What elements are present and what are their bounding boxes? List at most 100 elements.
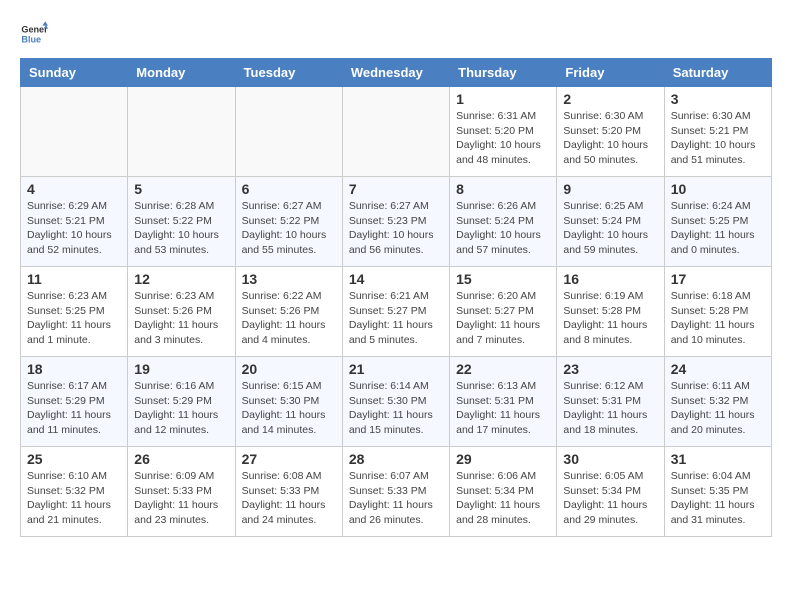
day-info: Sunrise: 6:17 AM Sunset: 5:29 PM Dayligh… — [27, 379, 121, 438]
calendar-cell: 22 Sunrise: 6:13 AM Sunset: 5:31 PM Dayli… — [450, 357, 557, 447]
day-number: 30 — [563, 451, 657, 467]
svg-text:General: General — [21, 25, 48, 35]
day-number: 27 — [242, 451, 336, 467]
calendar-cell: 26Sunrise: 6:09 AM Sunset: 5:33 PM Dayli… — [128, 447, 235, 537]
day-number: 23 — [563, 361, 657, 377]
day-info: Sunrise: 6:23 AM Sunset: 5:26 PM Dayligh… — [134, 289, 228, 348]
calendar-cell: 7 Sunrise: 6:27 AM Sunset: 5:23 PM Daylig… — [342, 177, 449, 267]
day-number: 5 — [134, 181, 228, 197]
day-info: Sunrise: 6:30 AM Sunset: 5:21 PM Dayligh… — [671, 109, 765, 168]
svg-text:Blue: Blue — [21, 34, 41, 44]
day-number: 13 — [242, 271, 336, 287]
day-of-week-header: Wednesday — [342, 59, 449, 87]
calendar-header-row: SundayMondayTuesdayWednesdayThursdayFrid… — [21, 59, 772, 87]
day-of-week-header: Tuesday — [235, 59, 342, 87]
day-number: 31 — [671, 451, 765, 467]
calendar-cell: 12 Sunrise: 6:23 AM Sunset: 5:26 PM Dayli… — [128, 267, 235, 357]
day-info: Sunrise: 6:24 AM Sunset: 5:25 PM Dayligh… — [671, 199, 765, 258]
day-number: 6 — [242, 181, 336, 197]
calendar-cell: 15 Sunrise: 6:20 AM Sunset: 5:27 PM Dayli… — [450, 267, 557, 357]
day-info: Sunrise: 6:27 AM Sunset: 5:23 PM Dayligh… — [349, 199, 443, 258]
calendar-cell: 24 Sunrise: 6:11 AM Sunset: 5:32 PM Dayli… — [664, 357, 771, 447]
logo: General Blue — [20, 20, 48, 48]
day-number: 12 — [134, 271, 228, 287]
day-number: 28 — [349, 451, 443, 467]
day-number: 14 — [349, 271, 443, 287]
day-info: Sunrise: 6:11 AM Sunset: 5:32 PM Dayligh… — [671, 379, 765, 438]
logo-icon: General Blue — [20, 20, 48, 48]
calendar-cell: 8Sunrise: 6:26 AM Sunset: 5:24 PM Daylig… — [450, 177, 557, 267]
calendar-cell: 25Sunrise: 6:10 AM Sunset: 5:32 PM Dayli… — [21, 447, 128, 537]
day-info: Sunrise: 6:15 AM Sunset: 5:30 PM Dayligh… — [242, 379, 336, 438]
calendar-cell: 10 Sunrise: 6:24 AM Sunset: 5:25 PM Dayli… — [664, 177, 771, 267]
day-info: Sunrise: 6:28 AM Sunset: 5:22 PM Dayligh… — [134, 199, 228, 258]
day-info: Sunrise: 6:26 AM Sunset: 5:24 PM Dayligh… — [456, 199, 550, 258]
day-info: Sunrise: 6:21 AM Sunset: 5:27 PM Dayligh… — [349, 289, 443, 348]
calendar-cell: 29Sunrise: 6:06 AM Sunset: 5:34 PM Dayli… — [450, 447, 557, 537]
calendar-cell: 23Sunrise: 6:12 AM Sunset: 5:31 PM Dayli… — [557, 357, 664, 447]
day-info: Sunrise: 6:22 AM Sunset: 5:26 PM Dayligh… — [242, 289, 336, 348]
calendar-table: SundayMondayTuesdayWednesdayThursdayFrid… — [20, 58, 772, 537]
day-of-week-header: Friday — [557, 59, 664, 87]
day-number: 16 — [563, 271, 657, 287]
calendar-cell: 14 Sunrise: 6:21 AM Sunset: 5:27 PM Dayli… — [342, 267, 449, 357]
day-number: 29 — [456, 451, 550, 467]
day-info: Sunrise: 6:16 AM Sunset: 5:29 PM Dayligh… — [134, 379, 228, 438]
day-number: 19 — [134, 361, 228, 377]
day-number: 22 — [456, 361, 550, 377]
calendar-cell: 6 Sunrise: 6:27 AM Sunset: 5:22 PM Daylig… — [235, 177, 342, 267]
day-number: 1 — [456, 91, 550, 107]
calendar-cell: 3Sunrise: 6:30 AM Sunset: 5:21 PM Daylig… — [664, 87, 771, 177]
calendar-week-row: 18 Sunrise: 6:17 AM Sunset: 5:29 PM Dayli… — [21, 357, 772, 447]
day-number: 9 — [563, 181, 657, 197]
calendar-cell — [128, 87, 235, 177]
day-info: Sunrise: 6:04 AM Sunset: 5:35 PM Dayligh… — [671, 469, 765, 528]
day-info: Sunrise: 6:31 AM Sunset: 5:20 PM Dayligh… — [456, 109, 550, 168]
day-number: 4 — [27, 181, 121, 197]
day-number: 10 — [671, 181, 765, 197]
calendar-cell: 30 Sunrise: 6:05 AM Sunset: 5:34 PM Dayli… — [557, 447, 664, 537]
day-info: Sunrise: 6:13 AM Sunset: 5:31 PM Dayligh… — [456, 379, 550, 438]
day-number: 7 — [349, 181, 443, 197]
day-number: 21 — [349, 361, 443, 377]
day-number: 2 — [563, 91, 657, 107]
day-info: Sunrise: 6:20 AM Sunset: 5:27 PM Dayligh… — [456, 289, 550, 348]
day-number: 15 — [456, 271, 550, 287]
calendar-cell — [21, 87, 128, 177]
day-of-week-header: Monday — [128, 59, 235, 87]
day-info: Sunrise: 6:08 AM Sunset: 5:33 PM Dayligh… — [242, 469, 336, 528]
calendar-cell: 21 Sunrise: 6:14 AM Sunset: 5:30 PM Dayli… — [342, 357, 449, 447]
calendar-cell: 1 Sunrise: 6:31 AM Sunset: 5:20 PM Daylig… — [450, 87, 557, 177]
day-number: 17 — [671, 271, 765, 287]
calendar-cell — [235, 87, 342, 177]
day-number: 24 — [671, 361, 765, 377]
day-info: Sunrise: 6:25 AM Sunset: 5:24 PM Dayligh… — [563, 199, 657, 258]
day-info: Sunrise: 6:14 AM Sunset: 5:30 PM Dayligh… — [349, 379, 443, 438]
calendar-cell: 20Sunrise: 6:15 AM Sunset: 5:30 PM Dayli… — [235, 357, 342, 447]
calendar-cell: 28Sunrise: 6:07 AM Sunset: 5:33 PM Dayli… — [342, 447, 449, 537]
day-number: 18 — [27, 361, 121, 377]
calendar-cell: 9 Sunrise: 6:25 AM Sunset: 5:24 PM Daylig… — [557, 177, 664, 267]
calendar-week-row: 1 Sunrise: 6:31 AM Sunset: 5:20 PM Daylig… — [21, 87, 772, 177]
calendar-cell: 27 Sunrise: 6:08 AM Sunset: 5:33 PM Dayli… — [235, 447, 342, 537]
calendar-week-row: 11 Sunrise: 6:23 AM Sunset: 5:25 PM Dayli… — [21, 267, 772, 357]
calendar-cell: 2Sunrise: 6:30 AM Sunset: 5:20 PM Daylig… — [557, 87, 664, 177]
day-number: 11 — [27, 271, 121, 287]
calendar-cell: 17Sunrise: 6:18 AM Sunset: 5:28 PM Dayli… — [664, 267, 771, 357]
calendar-cell: 5 Sunrise: 6:28 AM Sunset: 5:22 PM Daylig… — [128, 177, 235, 267]
calendar-week-row: 4 Sunrise: 6:29 AM Sunset: 5:21 PM Daylig… — [21, 177, 772, 267]
calendar-week-row: 25Sunrise: 6:10 AM Sunset: 5:32 PM Dayli… — [21, 447, 772, 537]
calendar-cell: 13 Sunrise: 6:22 AM Sunset: 5:26 PM Dayli… — [235, 267, 342, 357]
day-info: Sunrise: 6:19 AM Sunset: 5:28 PM Dayligh… — [563, 289, 657, 348]
day-info: Sunrise: 6:27 AM Sunset: 5:22 PM Dayligh… — [242, 199, 336, 258]
day-info: Sunrise: 6:29 AM Sunset: 5:21 PM Dayligh… — [27, 199, 121, 258]
calendar-cell: 19 Sunrise: 6:16 AM Sunset: 5:29 PM Dayli… — [128, 357, 235, 447]
day-info: Sunrise: 6:09 AM Sunset: 5:33 PM Dayligh… — [134, 469, 228, 528]
page-header: General Blue — [20, 20, 772, 48]
calendar-cell: 4 Sunrise: 6:29 AM Sunset: 5:21 PM Daylig… — [21, 177, 128, 267]
day-info: Sunrise: 6:23 AM Sunset: 5:25 PM Dayligh… — [27, 289, 121, 348]
day-info: Sunrise: 6:10 AM Sunset: 5:32 PM Dayligh… — [27, 469, 121, 528]
day-info: Sunrise: 6:05 AM Sunset: 5:34 PM Dayligh… — [563, 469, 657, 528]
calendar-cell: 11 Sunrise: 6:23 AM Sunset: 5:25 PM Dayli… — [21, 267, 128, 357]
calendar-cell — [342, 87, 449, 177]
